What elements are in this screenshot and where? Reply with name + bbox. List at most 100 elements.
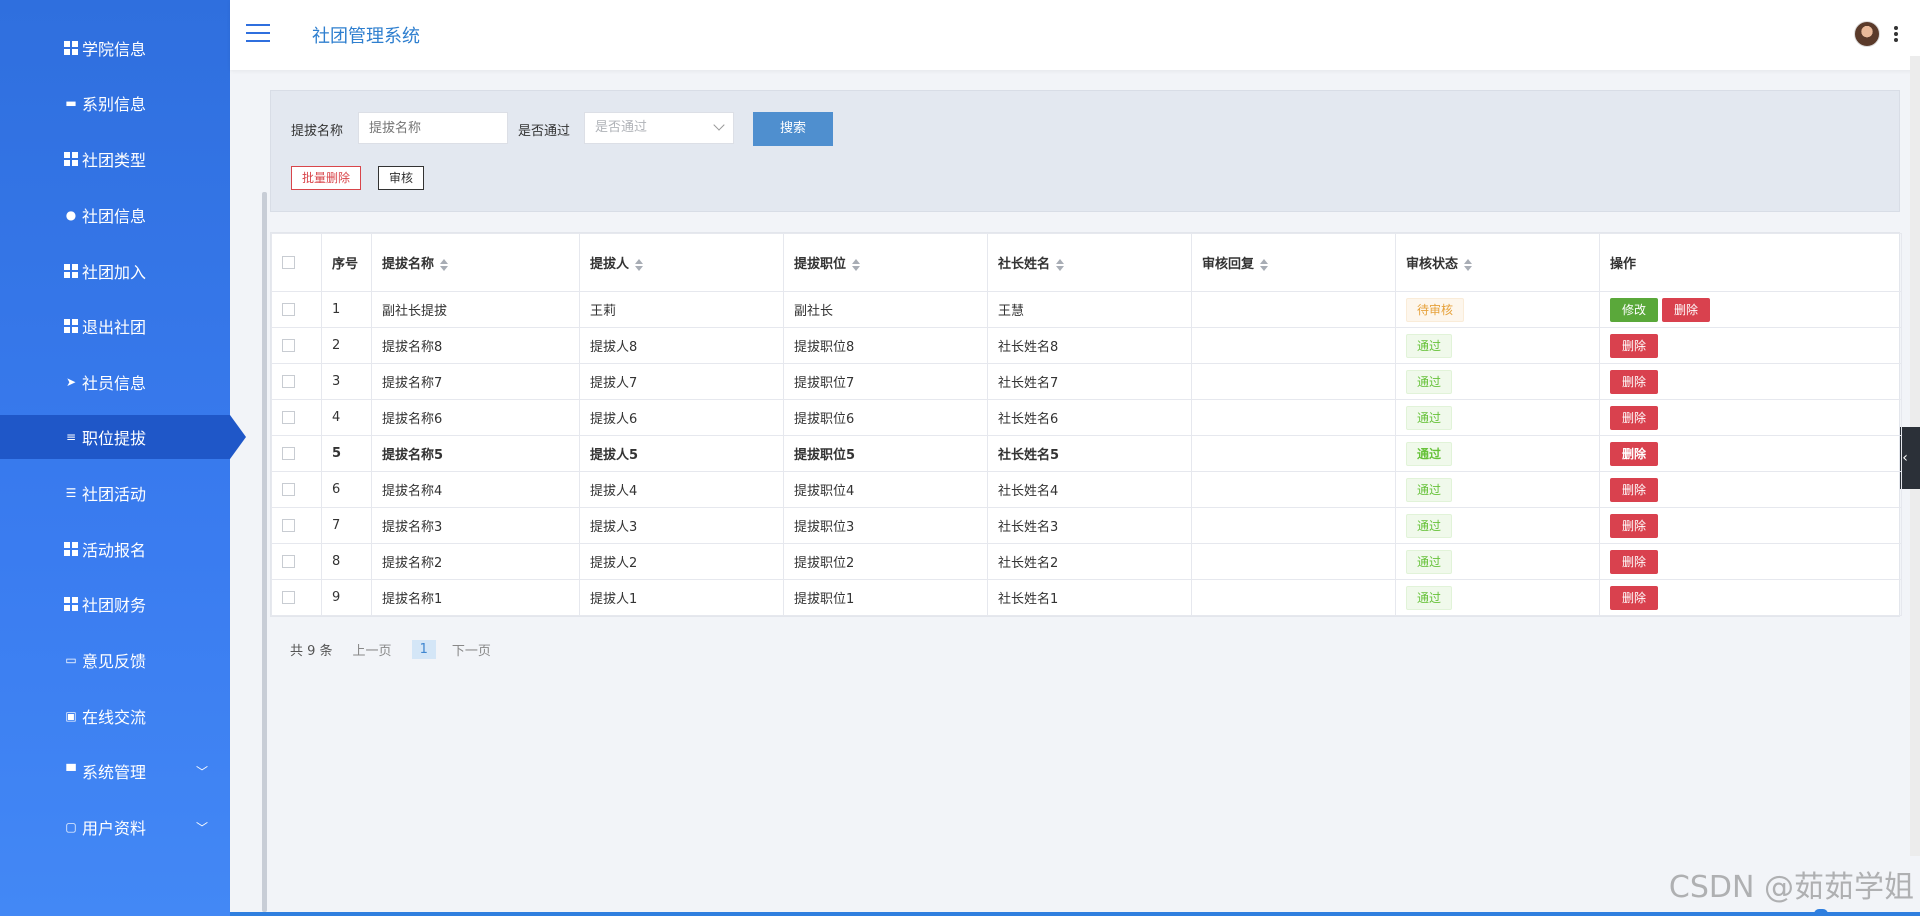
calendar-icon: ▢ <box>65 820 77 834</box>
delete-button[interactable]: 删除 <box>1610 369 1659 394</box>
sort-icon[interactable] <box>1056 258 1065 271</box>
promotion-table: 序号 提拔名称 提拔人 提拔职位 社长姓名 审核回复 审核状态 操作 1 副社长提… <box>270 232 1902 617</box>
column-header: 序号 <box>321 233 372 292</box>
sidebar-item[interactable]: ▬ 系别信息 <box>0 81 230 125</box>
column-header[interactable]: 提拔人 <box>579 233 784 292</box>
table-row[interactable]: 1 副社长提拔 王莉 副社长 王慧 待审核 修改 删除 <box>271 291 1902 328</box>
sidebar-item[interactable]: ▭ 意见反馈 <box>0 638 230 682</box>
row-select-cell <box>271 435 322 472</box>
sort-icon[interactable] <box>852 258 861 271</box>
column-header[interactable]: 提拔名称 <box>371 233 580 292</box>
cell-person: 王莉 <box>579 291 784 328</box>
cell-president: 社长姓名5 <box>987 435 1192 472</box>
audit-button[interactable]: 审核 <box>378 166 425 190</box>
sidebar-item[interactable]: ≡ 职位提拔 <box>0 415 246 459</box>
pass-filter-select[interactable]: 是否通过 <box>584 112 734 144</box>
sidebar-item[interactable]: ➤ 社员信息 <box>0 360 230 404</box>
table-row[interactable]: 5 提拔名称5 提拔人5 提拔职位5 社长姓名5 通过 删除 <box>271 435 1902 472</box>
sidebar-item[interactable]: 社团加入 <box>0 249 230 293</box>
row-checkbox[interactable] <box>282 447 295 460</box>
cell-name: 提拔名称1 <box>371 579 580 616</box>
table-row[interactable]: 6 提拔名称4 提拔人4 提拔职位4 社长姓名4 通过 删除 <box>271 471 1902 508</box>
row-checkbox[interactable] <box>282 483 295 496</box>
row-checkbox[interactable] <box>282 375 295 388</box>
row-select-cell <box>271 543 322 580</box>
sidebar-item[interactable]: ☰ 社团活动 <box>0 471 230 515</box>
row-checkbox[interactable] <box>282 303 295 316</box>
cell-president: 社长姓名2 <box>987 543 1192 580</box>
cell-actions: 删除 <box>1599 399 1902 436</box>
name-filter-label: 提拔名称 <box>291 124 344 139</box>
edit-button[interactable]: 修改 <box>1610 297 1659 322</box>
delete-button[interactable]: 删除 <box>1610 585 1659 610</box>
next-page-button[interactable]: 下一页 <box>452 640 491 659</box>
sidebar-item[interactable]: 学院信息 <box>0 26 230 70</box>
delete-button[interactable]: 删除 <box>1610 333 1659 358</box>
delete-button[interactable]: 删除 <box>1610 513 1659 538</box>
column-header[interactable]: 审核状态 <box>1395 233 1600 292</box>
row-checkbox[interactable] <box>282 591 295 604</box>
briefcase-icon: ▬ <box>65 96 77 110</box>
more-options-icon[interactable] <box>1894 26 1898 42</box>
select-all-checkbox[interactable] <box>282 256 295 269</box>
sort-icon[interactable] <box>635 258 644 271</box>
menu-toggle-icon[interactable] <box>246 24 270 42</box>
sidebar-item[interactable]: ▣ 在线交流 <box>0 694 230 738</box>
grid-icon <box>64 319 78 333</box>
row-checkbox[interactable] <box>282 411 295 424</box>
cell-name: 副社长提拔 <box>371 291 580 328</box>
sidebar-item[interactable]: 活动报名 <box>0 527 230 571</box>
sort-icon[interactable] <box>1260 258 1269 271</box>
status-badge: 通过 <box>1406 585 1453 610</box>
search-button[interactable]: 搜索 <box>753 112 833 146</box>
cell-actions: 删除 <box>1599 363 1902 400</box>
sidebar-item[interactable]: 退出社团 <box>0 304 230 348</box>
delete-button[interactable]: 删除 <box>1662 297 1711 322</box>
column-header[interactable]: 审核回复 <box>1191 233 1396 292</box>
watermark: CSDN @茹茹学姐 <box>1668 870 1914 905</box>
table-row[interactable]: 8 提拔名称2 提拔人2 提拔职位2 社长姓名2 通过 删除 <box>271 543 1902 580</box>
cell-no: 8 <box>321 543 372 580</box>
app-title: 社团管理系统 <box>312 26 420 47</box>
sidebar-item[interactable]: 社团类型 <box>0 137 230 181</box>
sidebar-item[interactable]: ▀ 系统管理 ﹀ <box>0 749 230 793</box>
delete-button[interactable]: 删除 <box>1610 441 1659 466</box>
column-header[interactable]: 社长姓名 <box>987 233 1192 292</box>
batch-delete-button[interactable]: 批量删除 <box>291 166 362 190</box>
row-checkbox[interactable] <box>282 339 295 352</box>
table-row[interactable]: 3 提拔名称7 提拔人7 提拔职位7 社长姓名7 通过 删除 <box>271 363 1902 400</box>
table-header-row: 序号 提拔名称 提拔人 提拔职位 社长姓名 审核回复 审核状态 操作 <box>271 233 1902 292</box>
sort-icon[interactable] <box>1464 258 1473 271</box>
cell-no: 3 <box>321 363 372 400</box>
delete-button[interactable]: 删除 <box>1610 405 1659 430</box>
sidebar-item[interactable]: 社团财务 <box>0 582 230 626</box>
status-badge: 通过 <box>1406 405 1453 430</box>
bottom-bar-handle[interactable] <box>1814 909 1828 916</box>
table-row[interactable]: 9 提拔名称1 提拔人1 提拔职位1 社长姓名1 通过 删除 <box>271 579 1902 616</box>
row-checkbox[interactable] <box>282 519 295 532</box>
sidebar-item[interactable]: ● 社团信息 <box>0 193 230 237</box>
sort-icon[interactable] <box>440 258 449 271</box>
current-page-button[interactable]: 1 <box>411 640 436 659</box>
row-checkbox[interactable] <box>282 555 295 568</box>
cell-reply <box>1191 507 1396 544</box>
table-row[interactable]: 4 提拔名称6 提拔人6 提拔职位6 社长姓名6 通过 删除 <box>271 399 1902 436</box>
sidebar-scrollbar[interactable] <box>262 192 267 912</box>
delete-button[interactable]: 删除 <box>1610 549 1659 574</box>
row-select-cell <box>271 291 322 328</box>
table-row[interactable]: 2 提拔名称8 提拔人8 提拔职位8 社长姓名8 通过 删除 <box>271 327 1902 364</box>
delete-button[interactable]: 删除 <box>1610 477 1659 502</box>
table-row[interactable]: 7 提拔名称3 提拔人3 提拔职位3 社长姓名3 通过 删除 <box>271 507 1902 544</box>
prev-page-button[interactable]: 上一页 <box>353 640 392 659</box>
name-filter-input[interactable] <box>358 112 508 144</box>
cell-position: 提拔职位6 <box>783 399 988 436</box>
column-header[interactable]: 提拔职位 <box>783 233 988 292</box>
sidebar-item-label: 意见反馈 <box>82 652 147 671</box>
chart-icon: ▣ <box>65 709 77 723</box>
avatar[interactable] <box>1854 21 1880 47</box>
sidebar-item-label: 活动报名 <box>82 541 147 560</box>
sidebar-item[interactable]: ▢ 用户资料 ﹀ <box>0 805 230 849</box>
cell-status: 通过 <box>1395 471 1600 508</box>
cell-reply <box>1191 363 1396 400</box>
cell-name: 提拔名称6 <box>371 399 580 436</box>
